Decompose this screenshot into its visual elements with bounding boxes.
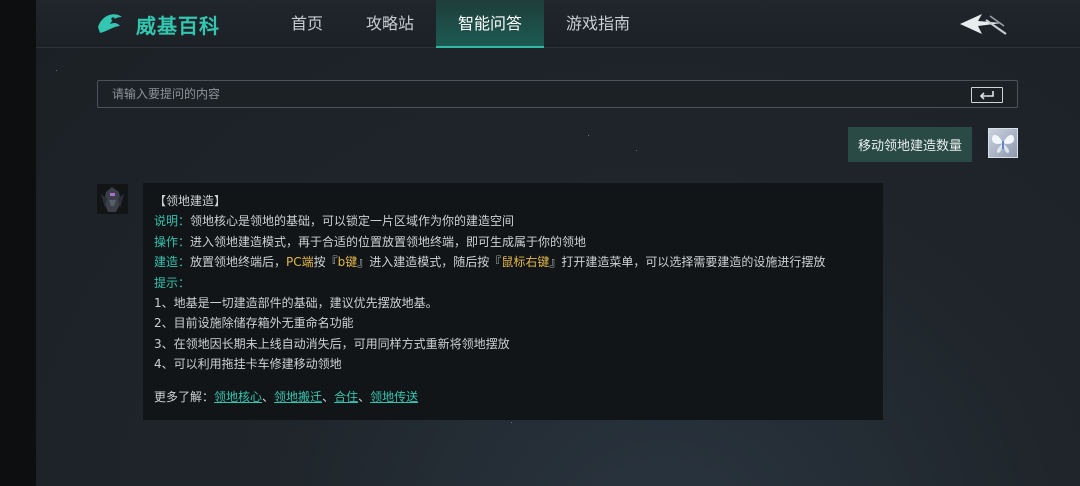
tip-item: 2、目前设施除储存箱外无重命名功能 xyxy=(154,316,354,331)
top-nav-bar: 威基百科 首页 攻略站 智能问答 游戏指南 xyxy=(36,0,1080,48)
answer-title: 【领地建造】 xyxy=(154,194,227,208)
link-territory-teleport[interactable]: 领地传送 xyxy=(370,390,418,404)
description-label: 说明： xyxy=(154,214,191,229)
user-avatar xyxy=(988,128,1018,158)
operation-label: 操作： xyxy=(154,234,191,249)
description-text: 领地核心是领地的基础，可以锁定一片区域作为你的建造空间 xyxy=(190,214,515,229)
tab-smart-qa[interactable]: 智能问答 xyxy=(436,0,544,48)
link-territory-core[interactable]: 领地核心 xyxy=(214,390,262,404)
user-message-bubble: 移动领地建造数量 xyxy=(848,127,972,162)
bot-avatar xyxy=(97,184,128,214)
tab-guides[interactable]: 攻略站 xyxy=(354,0,426,48)
learn-more-label: 更多了解： xyxy=(154,389,215,404)
star-decoration xyxy=(511,422,512,423)
answer-description: 说明：领地核心是领地的基础，可以锁定一片区域作为你的建造空间 xyxy=(154,211,873,231)
star-decoration xyxy=(56,70,57,71)
question-search-box xyxy=(97,80,1018,108)
robot-avatar-icon xyxy=(101,187,124,212)
left-edge-strip xyxy=(0,0,36,486)
build-text-2: 按『 xyxy=(313,255,338,270)
star-decoration xyxy=(636,150,637,151)
build-pc-highlight: PC端 xyxy=(286,255,314,270)
build-text-1: 放置领地终端后， xyxy=(190,255,287,270)
butterfly-avatar-icon xyxy=(992,134,1014,153)
submit-button[interactable] xyxy=(971,87,1003,103)
enter-icon xyxy=(979,91,994,100)
question-input[interactable] xyxy=(112,81,952,107)
brand-logo-icon xyxy=(98,14,122,34)
link-territory-relocate[interactable]: 领地搬迁 xyxy=(274,390,322,404)
tip-item: 1、地基是一切建造部件的基础，建议优先摆放地基。 xyxy=(154,296,438,311)
link-separator: 、 xyxy=(262,389,275,404)
build-label: 建造： xyxy=(154,255,191,270)
answer-operation: 操作：进入领地建造模式，再于合适的位置放置领地终端，即可生成属于你的领地 xyxy=(154,232,873,252)
build-key-mouse-highlight: 鼠标右键 xyxy=(501,255,550,270)
tips-label: 提示： xyxy=(154,275,191,290)
brand-name: 威基百科 xyxy=(136,13,220,38)
brand-logo[interactable]: 威基百科 xyxy=(96,10,220,38)
app-window: 威基百科 首页 攻略站 智能问答 游戏指南 移动领地建造数量 xyxy=(36,0,1080,486)
build-text-4: 』打开建造菜单，可以选择需要建造的设施进行摆放 xyxy=(549,255,826,270)
tip-item: 4、可以利用拖挂卡车修建移动领地 xyxy=(154,357,342,372)
build-text-3: 』进入建造模式，随后按『 xyxy=(357,255,502,270)
tip-item: 3、在领地因长期未上线自动消失后，可用同样方式重新将领地摆放 xyxy=(154,336,510,351)
link-separator: 、 xyxy=(358,389,371,404)
answer-build: 建造：放置领地终端后，PC端按『b键』进入建造模式，随后按『鼠标右键』打开建造菜… xyxy=(154,252,873,272)
answer-card: 【领地建造】 说明：领地核心是领地的基础，可以锁定一片区域作为你的建造空间 操作… xyxy=(143,183,883,420)
tab-home[interactable]: 首页 xyxy=(274,0,340,48)
tab-game-guide[interactable]: 游戏指南 xyxy=(552,0,644,48)
build-key-b-highlight: b键 xyxy=(337,255,358,270)
learn-more-row: 更多了解：领地核心、领地搬迁、合住、领地传送 xyxy=(154,387,873,407)
back-arrow-icon[interactable] xyxy=(956,10,1008,40)
link-separator: 、 xyxy=(322,389,335,404)
operation-text: 进入领地建造模式，再于合适的位置放置领地终端，即可生成属于你的领地 xyxy=(190,234,587,249)
link-cohabit[interactable]: 合住 xyxy=(334,390,358,404)
star-decoration xyxy=(588,135,589,136)
